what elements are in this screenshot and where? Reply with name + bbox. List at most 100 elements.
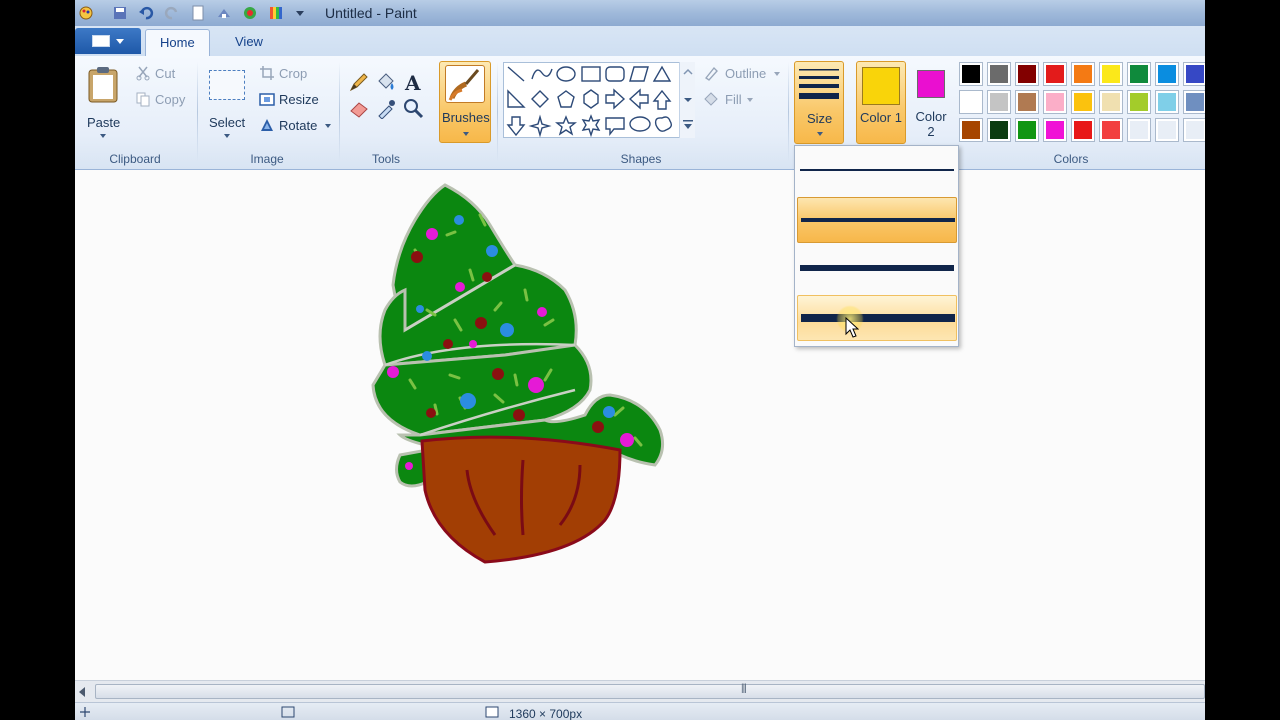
shapes-gallery[interactable] xyxy=(503,62,693,138)
size-option-4[interactable] xyxy=(797,295,957,341)
svg-text:A: A xyxy=(404,71,421,93)
canvas-drawing[interactable] xyxy=(75,170,1205,680)
scroll-down-icon[interactable] xyxy=(684,98,692,102)
redo-icon[interactable] xyxy=(163,4,181,22)
new-icon[interactable] xyxy=(189,4,207,22)
line-width-icon xyxy=(800,169,954,171)
scroll-left-icon[interactable] xyxy=(79,687,85,697)
palette-swatch[interactable] xyxy=(987,62,1011,86)
fill-button[interactable]: Fill xyxy=(701,90,785,110)
copy-icon xyxy=(136,92,150,107)
paint-bucket-icon xyxy=(378,73,394,90)
undo-icon[interactable] xyxy=(137,4,155,22)
paint-menu-button[interactable] xyxy=(75,28,141,54)
color-2-button[interactable]: Color 2 xyxy=(911,61,951,144)
size-option-1[interactable] xyxy=(797,148,957,194)
line-width-icon xyxy=(801,314,955,322)
outline-label: Outline xyxy=(725,66,767,81)
eraser-tool[interactable] xyxy=(347,96,371,120)
properties-icon[interactable] xyxy=(215,4,233,22)
palette-swatch[interactable] xyxy=(1099,62,1123,86)
edit-colors-icon[interactable] xyxy=(267,4,285,22)
diamond-shape-icon xyxy=(531,90,549,108)
copy-button[interactable]: Copy xyxy=(133,90,193,110)
shapes-gallery-scroll[interactable] xyxy=(679,62,695,138)
crop-button[interactable]: Crop xyxy=(257,64,327,84)
palette-swatch[interactable] xyxy=(1071,90,1095,114)
scroll-up-icon[interactable] xyxy=(683,68,693,75)
crop-label: Crop xyxy=(279,66,308,81)
paint-app-icon[interactable] xyxy=(77,4,95,22)
palette-swatch[interactable] xyxy=(1127,118,1151,142)
tab-home[interactable]: Home xyxy=(145,29,210,56)
rounded-callout-shape-icon xyxy=(605,117,625,136)
palette-swatch[interactable] xyxy=(1071,118,1095,142)
group-divider xyxy=(497,62,498,162)
scrollbar-thumb[interactable] xyxy=(95,684,1205,699)
palette-swatch[interactable] xyxy=(1099,118,1123,142)
palette-swatch[interactable] xyxy=(1127,90,1151,114)
select-marquee-icon xyxy=(209,70,245,100)
brushes-label: Brushes xyxy=(442,110,490,125)
rotate-label: Rotate xyxy=(279,118,318,133)
select-button[interactable]: Select xyxy=(203,62,251,142)
palette-swatch[interactable] xyxy=(1015,62,1039,86)
palette-swatch[interactable] xyxy=(1043,90,1067,114)
canvas-size-text: 1360 × 700px xyxy=(509,707,583,720)
canvas-area[interactable] xyxy=(75,170,1205,680)
print-icon[interactable] xyxy=(241,4,259,22)
palette-swatch[interactable] xyxy=(1127,62,1151,86)
chevron-down-icon xyxy=(224,134,230,138)
palette-swatch[interactable] xyxy=(1155,118,1179,142)
palette-swatch[interactable] xyxy=(1043,62,1067,86)
horizontal-scrollbar[interactable]: ||| xyxy=(75,680,1205,702)
menu-document-icon xyxy=(92,35,110,47)
size-button[interactable]: Size xyxy=(794,61,844,144)
resize-button[interactable]: Resize xyxy=(257,90,327,110)
color-picker-tool[interactable] xyxy=(374,96,398,120)
palette-swatch[interactable] xyxy=(959,90,983,114)
pencil-tool[interactable] xyxy=(347,70,371,94)
outline-button[interactable]: Outline xyxy=(701,64,785,84)
palette-swatch[interactable] xyxy=(1071,62,1095,86)
gallery-expand-icon[interactable] xyxy=(684,124,692,129)
brushes-button[interactable]: Brushes xyxy=(439,61,491,143)
palette-swatch[interactable] xyxy=(1183,62,1205,86)
customize-quick-access-icon[interactable] xyxy=(291,4,309,22)
fill-with-color-tool[interactable] xyxy=(374,70,398,94)
chevron-down-icon xyxy=(325,124,331,128)
rotate-button[interactable]: Rotate xyxy=(257,116,337,136)
palette-swatch[interactable] xyxy=(987,90,1011,114)
palette-swatch[interactable] xyxy=(1015,118,1039,142)
palette-swatch[interactable] xyxy=(1043,118,1067,142)
triangle-shape-icon xyxy=(652,65,672,82)
pencil-icon xyxy=(349,73,368,92)
palette-swatch[interactable] xyxy=(1183,118,1205,142)
palette-swatch[interactable] xyxy=(1183,90,1205,114)
magnifier-tool[interactable] xyxy=(401,96,425,120)
color-1-button[interactable]: Color 1 xyxy=(856,61,906,144)
tab-view[interactable]: View xyxy=(221,29,277,56)
palette-swatch[interactable] xyxy=(1155,90,1179,114)
five-point-star-shape-icon xyxy=(555,115,577,136)
cut-button[interactable]: Cut xyxy=(133,64,193,84)
palette-swatch[interactable] xyxy=(1015,90,1039,114)
palette-swatch[interactable] xyxy=(1155,62,1179,86)
paste-button[interactable]: Paste xyxy=(81,62,125,142)
cloud-callout-shape-icon xyxy=(654,116,673,132)
oval-shape-icon xyxy=(556,66,576,82)
palette-swatch[interactable] xyxy=(1099,90,1123,114)
palette-swatch[interactable] xyxy=(987,118,1011,142)
palette-swatch[interactable] xyxy=(959,62,983,86)
line-width-icon xyxy=(799,69,839,99)
palette-swatch[interactable] xyxy=(959,118,983,142)
save-icon[interactable] xyxy=(111,4,129,22)
scissors-icon xyxy=(136,66,150,81)
down-arrow-shape-icon xyxy=(506,116,526,137)
eraser-icon xyxy=(350,102,368,118)
text-tool[interactable]: A xyxy=(401,70,425,94)
size-option-3[interactable] xyxy=(797,246,957,292)
size-option-2[interactable] xyxy=(797,197,957,243)
rounded-rectangle-shape-icon xyxy=(605,66,625,82)
size-label: Size xyxy=(807,111,833,126)
